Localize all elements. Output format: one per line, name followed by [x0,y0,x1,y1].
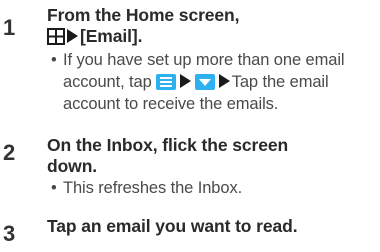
step-number: 2 [3,140,16,165]
step-heading: On the Inbox, flick the screen down. [47,135,374,177]
step-heading-line1: On the Inbox, flick the screen [47,135,289,155]
note-tap-email: Tap the email [231,73,329,91]
step-number: 3 [3,221,16,246]
arrow-right-icon [218,74,230,88]
step-heading: From the Home screen, [Email]. [47,5,374,50]
note-line1: If you have set up more than one email [63,51,345,69]
step-note: • This refreshes the Inbox. [51,177,374,199]
step-heading-line2: [Email]. [80,26,143,46]
note-line1: This refreshes the Inbox. [63,179,243,197]
step-number: 1 [3,15,16,40]
arrow-right-icon [179,74,191,88]
menu-icon [155,74,176,90]
step-note: • If you have set up more than one email … [51,49,374,115]
apps-grid-icon [47,28,65,50]
arrow-right-icon [67,29,78,43]
step-heading-line1: From the Home screen, [47,5,240,25]
bullet-dot: • [51,179,57,197]
bullet-dot: • [51,51,57,69]
note-line2: account, tap [63,73,152,91]
dropdown-icon [194,74,215,90]
note-line3: account to receive the emails. [63,95,279,113]
step-heading-line2: down. [47,156,98,176]
step-heading-line1: Tap an email you want to read. [47,216,298,236]
step-heading: Tap an email you want to read. [47,216,374,237]
